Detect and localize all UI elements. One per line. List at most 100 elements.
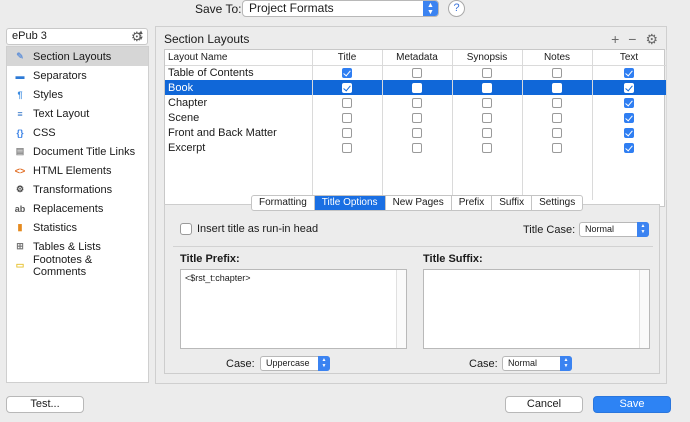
help-button[interactable]: ?: [448, 0, 465, 17]
table-header: Layout Name Title Metadata Synopsis Notes Tex…: [165, 50, 667, 66]
checkbox[interactable]: [342, 97, 352, 108]
table-row[interactable]: Table of Contents: [165, 65, 667, 80]
checkbox[interactable]: [342, 112, 352, 123]
suffix-case-select[interactable]: Normal ▲ ▼: [502, 356, 572, 371]
format-value: ePub 3: [12, 30, 47, 42]
checkbox[interactable]: [412, 67, 422, 78]
checkbox[interactable]: [342, 82, 352, 93]
checkbox[interactable]: [482, 97, 492, 108]
tab-title-options[interactable]: Title Options: [314, 196, 386, 210]
sidebar-item-footnotes[interactable]: ▭ Footnotes & Comments: [7, 254, 148, 278]
tab-settings[interactable]: Settings: [532, 196, 582, 210]
tab-formatting[interactable]: Formatting: [252, 196, 315, 210]
sidebar-item-replacements[interactable]: ab Replacements: [7, 199, 148, 218]
checkbox[interactable]: [552, 127, 562, 138]
empty-cell: [382, 170, 453, 185]
format-select[interactable]: ePub 3 ▲ ▼: [6, 28, 148, 45]
remove-icon[interactable]: −: [628, 31, 636, 48]
checkbox[interactable]: [624, 82, 634, 93]
css-icon: {}: [16, 127, 24, 138]
checkbox[interactable]: [552, 112, 562, 123]
tab-suffix[interactable]: Suffix: [492, 196, 533, 210]
tab-prefix[interactable]: Prefix: [452, 196, 493, 210]
column-header[interactable]: Notes: [522, 50, 593, 66]
table-cell: [382, 110, 453, 125]
column-header[interactable]: Text: [592, 50, 667, 66]
table-cell: [312, 80, 383, 95]
sidebar-item-label: Separators: [33, 69, 87, 82]
checkbox[interactable]: [624, 97, 634, 108]
runin-checkbox[interactable]: [180, 223, 192, 235]
text-layout-icon: ≡: [17, 108, 23, 119]
tab-bar: Formatting Title Options New Pages Prefix Su…: [251, 195, 584, 211]
title-prefix-field[interactable]: <$rst_t:chapter>: [180, 269, 407, 349]
sidebar-item-styles[interactable]: ¶ Styles: [7, 85, 148, 104]
gear-icon[interactable]: ⚙: [131, 29, 143, 45]
checkbox[interactable]: [552, 97, 562, 108]
checkbox[interactable]: [412, 127, 422, 138]
checkbox[interactable]: [412, 97, 422, 108]
checkbox[interactable]: [482, 112, 492, 123]
table-row[interactable]: Book: [165, 80, 667, 95]
column-header[interactable]: Metadata: [382, 50, 453, 66]
sidebar: ✎ Section Layouts ▬ Separators ¶ Styles ≡ Text …: [6, 46, 149, 383]
table-row[interactable]: Scene: [165, 110, 667, 125]
table-row[interactable]: Chapter: [165, 95, 667, 110]
checkbox[interactable]: [624, 127, 634, 138]
sidebar-item-separators[interactable]: ▬ Separators: [7, 66, 148, 85]
gear-icon[interactable]: ⚙: [645, 31, 658, 48]
prefix-case-select[interactable]: Uppercase ▲ ▼: [260, 356, 330, 371]
table-cell: [452, 140, 523, 155]
table-row[interactable]: Excerpt: [165, 140, 667, 155]
save-to-select[interactable]: Project Formats ▲ ▼: [242, 0, 439, 17]
checkbox[interactable]: [482, 67, 492, 78]
empty-cell: [522, 170, 593, 185]
checkbox[interactable]: [482, 82, 492, 93]
checkbox[interactable]: [624, 67, 634, 78]
checkbox[interactable]: [342, 142, 352, 153]
checkbox[interactable]: [552, 82, 562, 93]
empty-cell: [165, 155, 313, 170]
replacements-icon: ab: [14, 203, 26, 214]
sidebar-item-html[interactable]: <> HTML Elements: [7, 161, 148, 180]
sidebar-item-css[interactable]: {} CSS: [7, 123, 148, 142]
table-cell: [382, 95, 453, 110]
checkbox[interactable]: [482, 142, 492, 153]
checkbox[interactable]: [552, 142, 562, 153]
checkbox[interactable]: [342, 127, 352, 138]
column-header[interactable]: Title: [312, 50, 383, 66]
add-icon[interactable]: +: [611, 31, 619, 48]
tab-new-pages[interactable]: New Pages: [386, 196, 452, 210]
column-header[interactable]: Layout Name: [165, 50, 313, 66]
checkbox[interactable]: [552, 67, 562, 78]
checkbox[interactable]: [412, 82, 422, 93]
checkbox[interactable]: [412, 112, 422, 123]
sidebar-item-text-layout[interactable]: ≡ Text Layout: [7, 104, 148, 123]
title-case-select[interactable]: Normal ▲ ▼: [579, 222, 649, 237]
document-icon: ▤: [15, 146, 25, 156]
column-header[interactable]: Synopsis: [452, 50, 523, 66]
scrollbar[interactable]: [396, 270, 406, 348]
cancel-button[interactable]: Cancel: [505, 396, 583, 413]
save-button[interactable]: Save: [593, 396, 671, 413]
sidebar-item-label: Tables & Lists: [33, 240, 101, 253]
table-row[interactable]: Front and Back Matter: [165, 125, 667, 140]
checkbox[interactable]: [342, 67, 352, 78]
sidebar-item-section-layouts[interactable]: ✎ Section Layouts: [7, 47, 148, 66]
checkbox[interactable]: [482, 127, 492, 138]
scrollbar[interactable]: [639, 270, 649, 348]
checkbox[interactable]: [624, 112, 634, 123]
runin-checkbox-row[interactable]: Insert title as run-in head: [180, 223, 318, 235]
sidebar-item-document[interactable]: ▤ Document Title Links: [7, 142, 148, 161]
sidebar-item-statistics[interactable]: ▮ Statistics: [7, 218, 148, 237]
table-cell: [382, 80, 453, 95]
checkbox[interactable]: [412, 142, 422, 153]
test-button[interactable]: Test...: [6, 396, 84, 413]
layout-name: Front and Back Matter: [165, 125, 313, 140]
sidebar-item-label: Text Layout: [33, 107, 90, 120]
title-suffix-field[interactable]: [423, 269, 650, 349]
sidebar-item-transformations[interactable]: ⚙ Transformations: [7, 180, 148, 199]
empty-cell: [592, 185, 667, 200]
empty-cell: [452, 170, 523, 185]
checkbox[interactable]: [624, 142, 634, 153]
